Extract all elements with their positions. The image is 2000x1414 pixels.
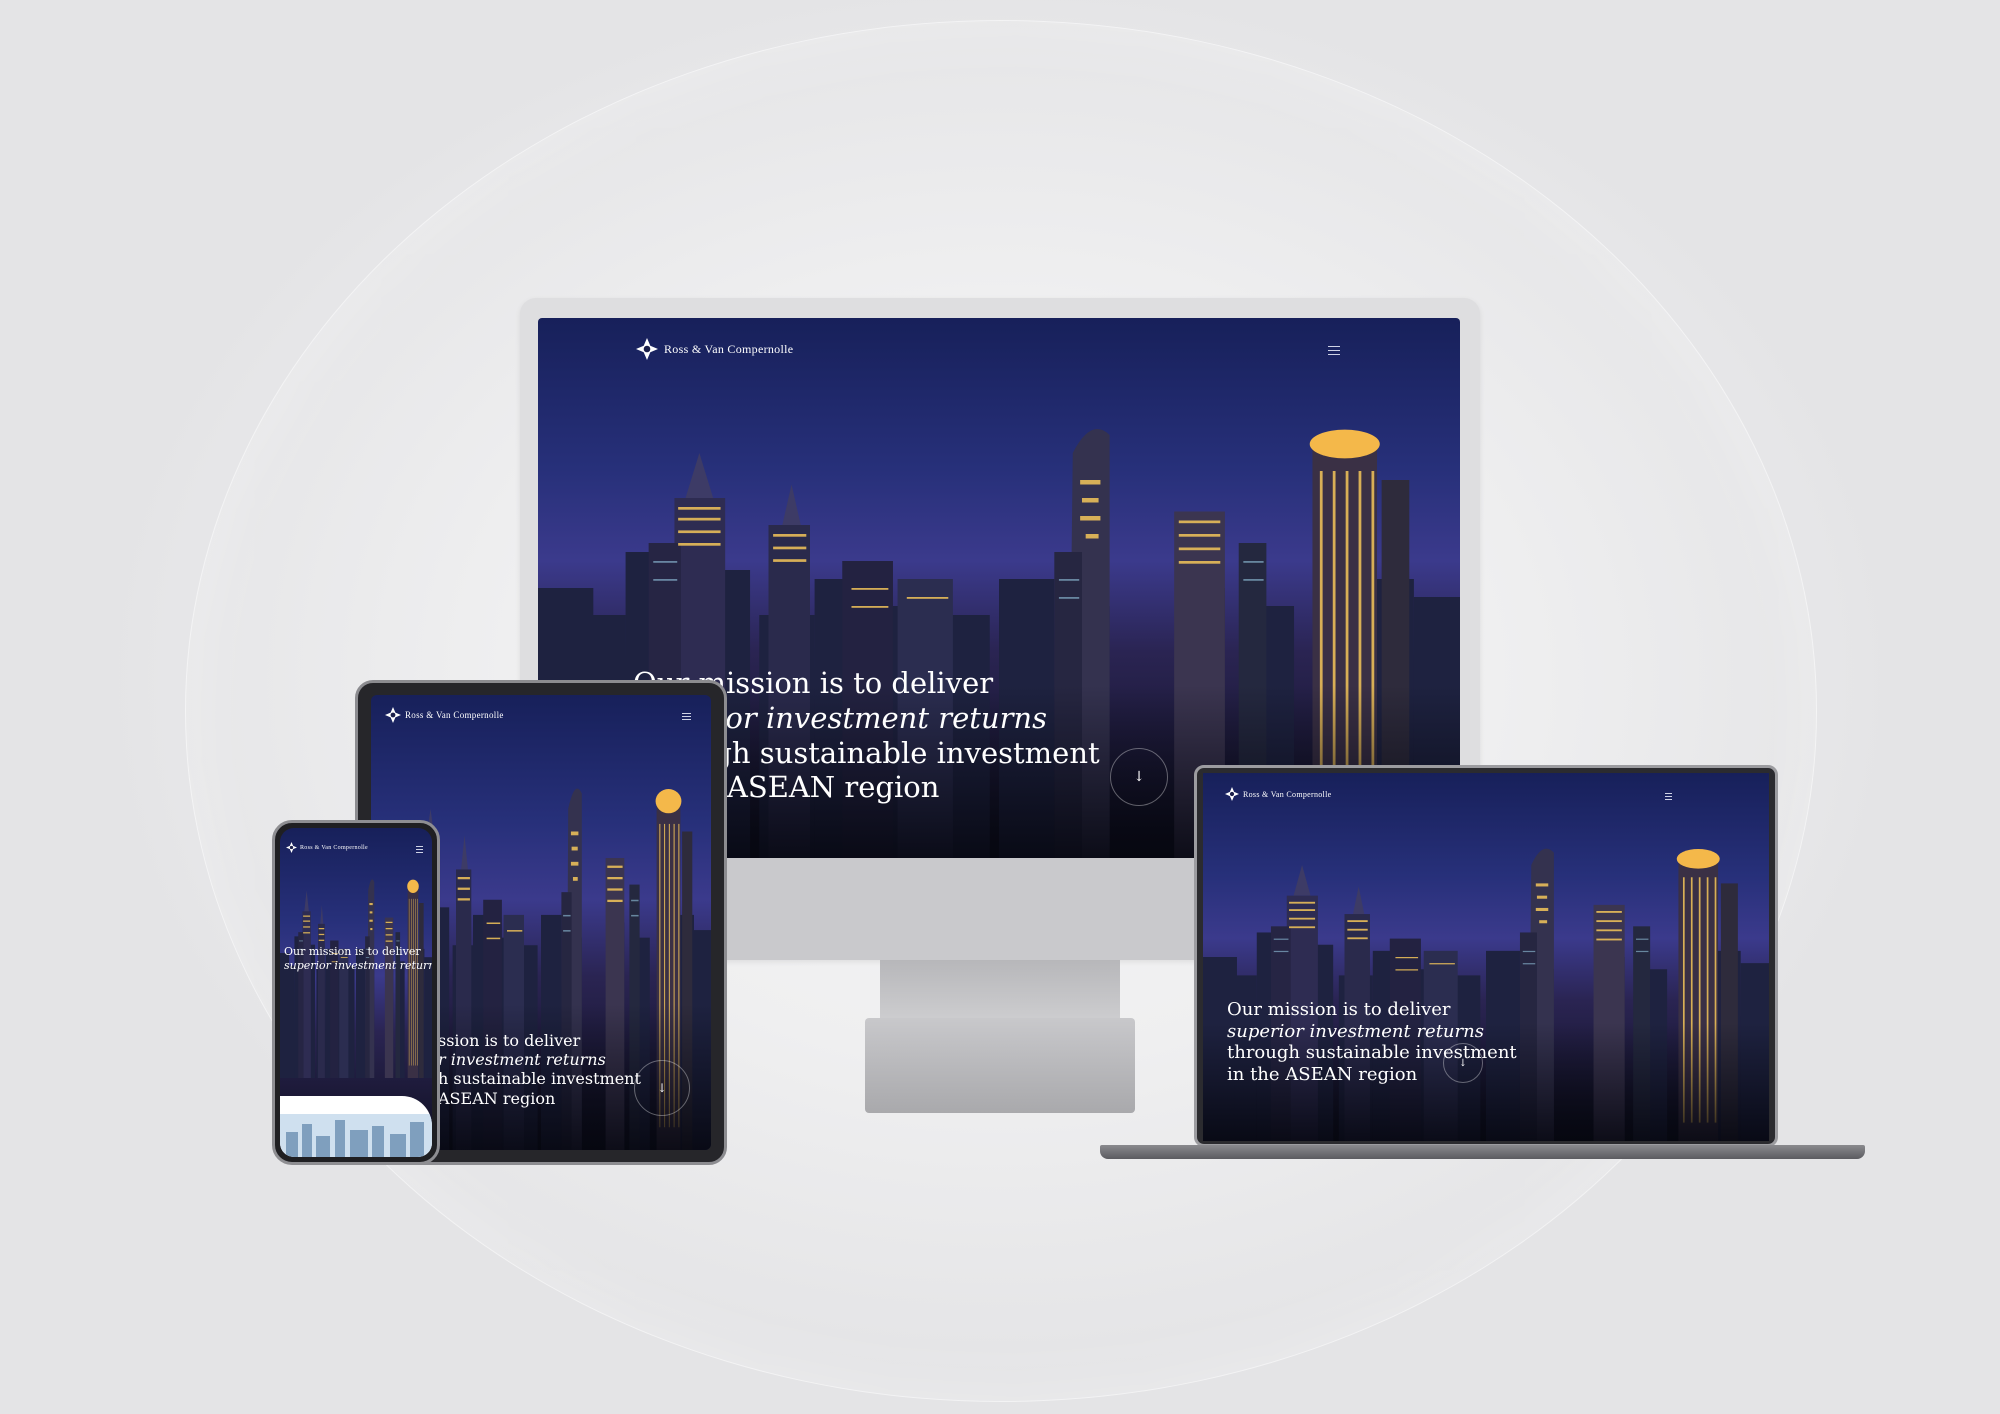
hamburger-menu-icon[interactable] bbox=[1665, 793, 1672, 803]
brand-name: Ross & Van Compernolle bbox=[1243, 789, 1332, 799]
arrow-down-icon: ↓ bbox=[1458, 1057, 1468, 1069]
hero-headline: Our mission is to deliver superior inves… bbox=[284, 945, 432, 973]
city-thumbnail-image bbox=[280, 1114, 432, 1157]
hero-line-2: superior investment returns bbox=[1227, 1020, 1484, 1042]
scroll-down-button[interactable]: ↓ bbox=[634, 1060, 690, 1116]
hamburger-menu-icon[interactable] bbox=[682, 713, 691, 723]
hero-line-3: h sustainable investment bbox=[438, 1069, 641, 1089]
hero-line-4: ASEAN region bbox=[438, 1088, 556, 1108]
next-section-panel bbox=[280, 1096, 432, 1157]
hero-line-2: superior investment returns bbox=[284, 958, 432, 972]
brand-name: Ross & Van Compernolle bbox=[405, 710, 504, 720]
arrow-down-icon: ↓ bbox=[656, 1081, 668, 1095]
brand-logo[interactable]: Ross & Van Compernolle bbox=[385, 707, 504, 723]
compass-star-icon bbox=[636, 338, 658, 360]
hamburger-menu-icon[interactable] bbox=[416, 846, 423, 856]
hero-line-1: Our mission is to deliver bbox=[284, 945, 421, 958]
brand-logo[interactable]: Ross & Van Compernolle bbox=[1225, 787, 1331, 801]
brand-name: Ross & Van Compernolle bbox=[300, 844, 368, 851]
phone-screen: Ross & Van Compernolle Our mission is to… bbox=[280, 828, 432, 1157]
monitor-stand-foot bbox=[865, 1018, 1135, 1113]
brand-logo[interactable]: Ross & Van Compernolle bbox=[636, 338, 793, 360]
phone: Ross & Van Compernolle Our mission is to… bbox=[272, 820, 440, 1165]
hero-line-2: r investment returns bbox=[438, 1050, 606, 1070]
hamburger-menu-icon[interactable] bbox=[1328, 346, 1340, 358]
scroll-down-button[interactable]: ↓ bbox=[1443, 1043, 1483, 1083]
laptop-base bbox=[1100, 1145, 1865, 1159]
compass-star-icon bbox=[385, 707, 401, 723]
brand-logo[interactable]: Ross & Van Compernolle bbox=[286, 842, 368, 853]
laptop: Ross & Van Compernolle Our mission is to… bbox=[1100, 765, 1865, 1165]
hero-line-1: Our mission is to deliver bbox=[1227, 999, 1451, 1020]
hero-headline: ssion is to deliver r investment returns… bbox=[438, 1031, 641, 1108]
brand-name: Ross & Van Compernolle bbox=[664, 341, 794, 356]
hero-line-1: ssion is to deliver bbox=[438, 1031, 581, 1050]
compass-star-icon bbox=[1225, 787, 1239, 801]
laptop-screen: Ross & Van Compernolle Our mission is to… bbox=[1203, 773, 1769, 1141]
compass-star-icon bbox=[286, 842, 297, 853]
